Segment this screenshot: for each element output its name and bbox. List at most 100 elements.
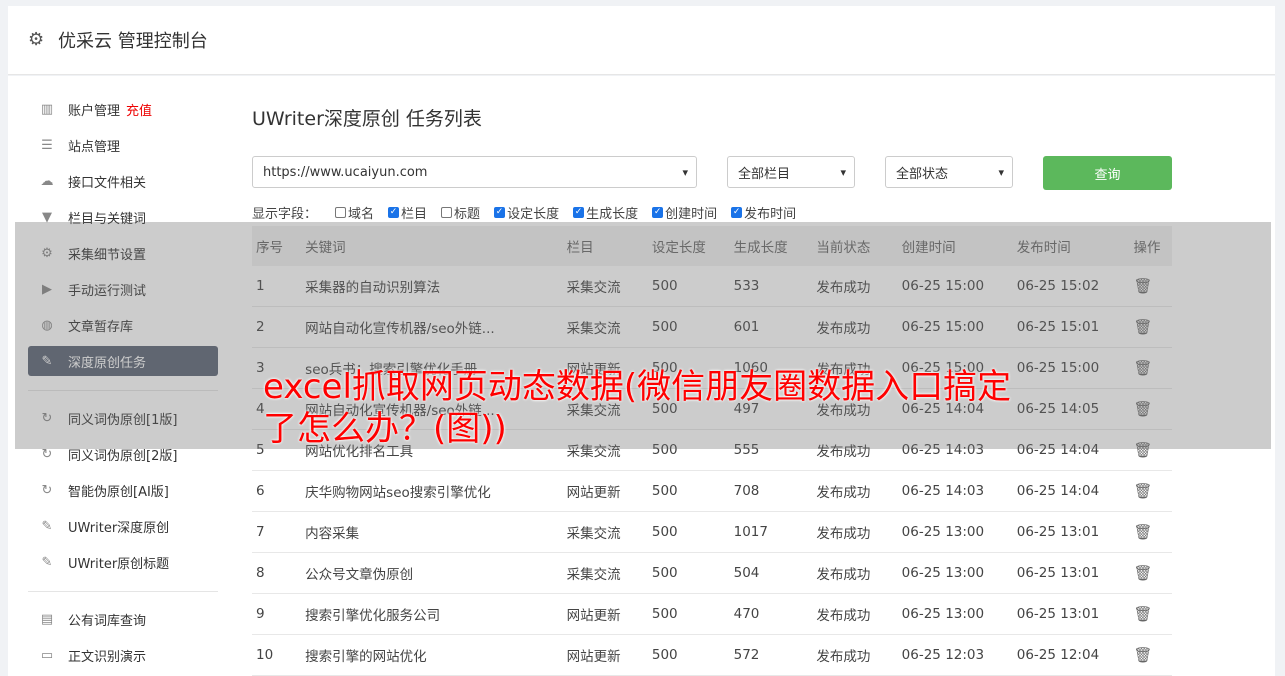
field-checkbox-label: 发布时间 (744, 206, 797, 222)
sidebar-item[interactable]: ✎ UWriter深度原创 (28, 511, 218, 541)
refresh-icon: ↻ (41, 483, 53, 498)
server-icon: ☰ (41, 138, 53, 153)
table-cell: 06-25 14:03 (897, 470, 1013, 512)
fields-label: 显示字段： (252, 206, 318, 222)
column-select[interactable]: 全部栏目 ▾ (727, 156, 855, 188)
sidebar-item[interactable]: ↻ 智能伪原创[AI版] (28, 475, 218, 505)
table-row: 10 搜索引擎的网站优化 网站更新 500 572 发布成功 06-25 12:03 06-2… (252, 634, 1172, 676)
table-cell: 708 (729, 470, 813, 512)
sidebar-divider (28, 591, 218, 592)
checkbox-checked-icon[interactable]: ✓ (573, 206, 585, 218)
table-cell: 发布成功 (812, 470, 898, 512)
gear-icon: ⚙ (28, 29, 45, 50)
checkbox-checked-icon[interactable]: ✓ (494, 206, 506, 218)
table-cell: 🗑 (1129, 634, 1172, 676)
table-cell: 公众号文章伪原创 (301, 552, 563, 594)
trash-icon[interactable]: 🗑 (1134, 564, 1153, 582)
table-cell: 6 (252, 470, 302, 512)
column-select-value: 全部栏目 (738, 166, 791, 182)
table-cell: 网站更新 (562, 470, 648, 512)
site-select[interactable]: https://www.ucaiyun.com ▾ (252, 156, 697, 188)
status-select[interactable]: 全部状态 ▾ (885, 156, 1013, 188)
field-checkbox-label: 栏目 (401, 206, 428, 222)
field-checkbox[interactable]: 域名 (335, 203, 374, 222)
table-cell: 庆华购物网站seo搜索引擎优化 (301, 470, 563, 512)
sidebar-item[interactable]: ▭ 正文识别演示 (28, 640, 218, 670)
table-cell: 06-25 13:01 (1012, 593, 1130, 635)
filter-bar: https://www.ucaiyun.com ▾ 全部栏目 ▾ 全部状态 ▾ … (252, 156, 1172, 190)
table-cell: 8 (252, 552, 302, 594)
field-checkbox[interactable]: ✓ 栏目 (388, 203, 427, 222)
checkbox-empty-icon[interactable] (335, 206, 347, 218)
edit-icon: ✎ (41, 555, 53, 570)
chevron-down-icon: ▾ (682, 166, 688, 179)
page-title: UWriter深度原创 任务列表 (252, 108, 482, 130)
table-row: 8 公众号文章伪原创 采集交流 500 504 发布成功 06-25 13:00 06-25 … (252, 552, 1172, 594)
sidebar-item-label: UWriter深度原创 (68, 520, 170, 536)
monitor-icon: ▭ (40, 648, 54, 663)
sidebar-item[interactable]: ☰ 站点管理 (28, 130, 218, 160)
field-checkbox-label: 创建时间 (665, 206, 718, 222)
table-cell: 🗑 (1129, 593, 1172, 635)
recharge-link[interactable]: 充值 (126, 100, 152, 119)
table-cell: 500 (647, 634, 730, 676)
trash-icon[interactable]: 🗑 (1134, 482, 1153, 500)
app-title: 优采云 管理控制台 (58, 31, 208, 52)
table-cell: 572 (729, 634, 813, 676)
table-cell: 网站更新 (562, 593, 648, 635)
checkbox-checked-icon[interactable]: ✓ (731, 206, 743, 218)
table-cell: 7 (252, 511, 302, 553)
table-cell: 500 (647, 470, 730, 512)
sidebar-item[interactable]: ▥ 账户管理 充值 (28, 94, 218, 124)
field-checkbox[interactable]: ✓ 创建时间 (652, 203, 717, 222)
table-cell: 500 (647, 511, 730, 553)
field-checkbox[interactable]: ✓ 生成长度 (573, 203, 638, 222)
trash-icon[interactable]: 🗑 (1134, 646, 1153, 664)
field-checkbox-label: 标题 (454, 206, 481, 222)
trash-icon[interactable]: 🗑 (1134, 605, 1153, 623)
checkbox-checked-icon[interactable]: ✓ (388, 206, 400, 218)
field-checkbox-label: 生成长度 (586, 206, 639, 222)
field-checkbox[interactable]: ✓ 发布时间 (731, 203, 796, 222)
refresh-icon: ↻ (41, 447, 53, 462)
table-cell: 06-25 12:04 (1012, 634, 1130, 676)
table-cell: 06-25 12:03 (897, 634, 1013, 676)
table-cell: 500 (647, 552, 730, 594)
cloud-upload-icon: ☁ (40, 174, 54, 189)
sidebar-item-label: 正文识别演示 (68, 649, 147, 665)
table-cell: 06-25 14:04 (1012, 470, 1130, 512)
sidebar-item[interactable]: ✎ UWriter原创标题 (28, 547, 218, 577)
table-row: 6 庆华购物网站seo搜索引擎优化 网站更新 500 708 发布成功 06-25 14:0… (252, 470, 1172, 512)
sidebar-item-label: UWriter原创标题 (68, 556, 170, 572)
sidebar-item-label: 站点管理 (68, 139, 121, 155)
field-checkbox[interactable]: ✓ 设定长度 (494, 203, 559, 222)
field-checkbox-label: 域名 (348, 206, 375, 222)
top-header: ⚙ 优采云 管理控制台 (8, 6, 1275, 75)
table-cell: 500 (647, 593, 730, 635)
table-row: 7 内容采集 采集交流 500 1017 发布成功 06-25 13:00 06-25 13:… (252, 511, 1172, 553)
table-cell: 504 (729, 552, 813, 594)
field-checkbox[interactable]: 标题 (441, 203, 480, 222)
table-cell: 发布成功 (812, 634, 898, 676)
table-cell: 搜索引擎优化服务公司 (301, 593, 563, 635)
table-cell: 06-25 13:01 (1012, 552, 1130, 594)
table-cell: 470 (729, 593, 813, 635)
overlay-headline: excel抓取网页动态数据(微信朋友圈数据入口搞定了怎么办？(图)) (263, 367, 1012, 449)
table-cell: 内容采集 (301, 511, 563, 553)
table-cell: 06-25 13:00 (897, 593, 1013, 635)
table-cell: 🗑 (1129, 552, 1172, 594)
trash-icon[interactable]: 🗑 (1134, 523, 1153, 541)
table-cell: 发布成功 (812, 552, 898, 594)
table-cell: 搜索引擎的网站优化 (301, 634, 563, 676)
table-cell: 06-25 13:00 (897, 552, 1013, 594)
table-cell: 采集交流 (562, 511, 648, 553)
display-fields: 显示字段： 域名 ✓ 栏目 标题 ✓ 设定长度 ✓ 生成长度 ✓ 创建时间 ✓ 发布时间 (252, 202, 1172, 222)
status-select-value: 全部状态 (896, 166, 949, 182)
field-checkbox-label: 设定长度 (507, 206, 560, 222)
checkbox-checked-icon[interactable]: ✓ (652, 206, 664, 218)
sidebar-item[interactable]: ▤ 公有词库查询 (28, 604, 218, 634)
checkbox-empty-icon[interactable] (441, 206, 453, 218)
edit-icon: ✎ (41, 519, 53, 534)
query-button[interactable]: 查询 (1043, 156, 1172, 190)
sidebar-item[interactable]: ☁ 接口文件相关 (28, 166, 218, 196)
